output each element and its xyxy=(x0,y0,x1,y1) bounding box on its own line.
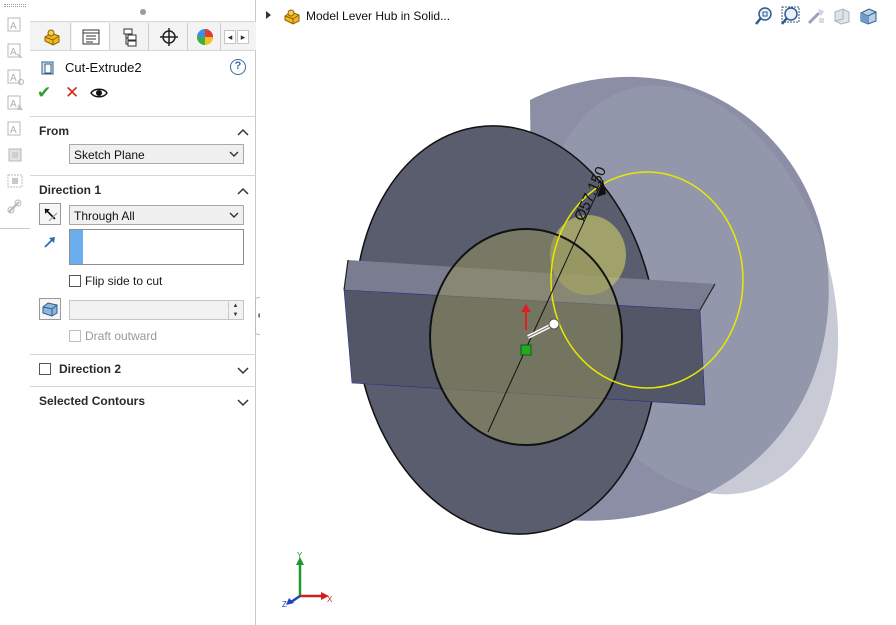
geometric-tolerance-icon[interactable] xyxy=(5,198,25,216)
auto-balloon-icon[interactable]: A xyxy=(5,94,25,112)
annotation-toolbar: A A A A A xyxy=(0,0,30,625)
property-manager-panel: ◂ ▸ Cut-Extrude2 ? ✔ ✕ From Sketch Plane… xyxy=(30,0,256,625)
collapse-chevron-up-icon[interactable] xyxy=(237,184,249,195)
manager-tabs: ◂ ▸ xyxy=(30,21,256,51)
expand-chevron-down-icon[interactable] xyxy=(237,396,249,407)
tabs-scroll-right-button[interactable]: ▸ xyxy=(237,30,249,44)
drag-handle-icon[interactable] xyxy=(548,318,560,330)
previous-view-icon[interactable] xyxy=(806,6,826,26)
property-list-icon xyxy=(82,29,99,44)
selection-box-active-bar xyxy=(70,230,83,264)
cancel-button[interactable]: ✕ xyxy=(65,84,81,101)
ok-button[interactable]: ✔ xyxy=(37,84,53,101)
detailed-preview-eye-icon[interactable] xyxy=(90,86,108,100)
reverse-direction-button[interactable] xyxy=(39,203,61,225)
selected-contours-group-title[interactable]: Selected Contours xyxy=(39,394,145,408)
direction2-group-title[interactable]: Direction 2 xyxy=(59,362,121,376)
toolbar-divider xyxy=(0,228,30,229)
x-axis-label: X xyxy=(327,595,333,604)
from-group-title[interactable]: From xyxy=(39,124,69,138)
from-select-value: Sketch Plane xyxy=(74,148,145,162)
heads-up-view-toolbar xyxy=(754,6,884,28)
end-condition-value: Through All xyxy=(74,209,135,223)
surface-finish-icon[interactable]: A xyxy=(5,120,25,138)
divider xyxy=(30,116,256,117)
appearance-sphere-icon xyxy=(196,28,213,45)
draft-icon xyxy=(42,302,58,317)
balloon-icon[interactable]: A xyxy=(5,68,25,86)
annotation-icon[interactable]: A xyxy=(5,16,25,34)
svg-text:A: A xyxy=(10,73,17,84)
spinner-down-arrow-icon[interactable]: ▼ xyxy=(228,311,242,319)
crosshair-icon xyxy=(159,27,178,46)
part-icon xyxy=(284,9,300,25)
from-select[interactable]: Sketch Plane xyxy=(69,144,244,164)
zoom-to-fit-icon[interactable] xyxy=(754,6,774,26)
hub-circle xyxy=(429,228,623,446)
display-manager-tab[interactable] xyxy=(189,23,221,50)
graphics-area[interactable]: Ø57.150 Model Lever Hub in Solid... Y X … xyxy=(260,0,896,625)
spinner-up-arrow-icon[interactable]: ▲ xyxy=(228,302,242,310)
property-manager-header: Cut-Extrude2 ? ✔ ✕ xyxy=(30,56,256,110)
part-name[interactable]: Model Lever Hub in Solid... xyxy=(306,9,450,23)
direction1-group-title[interactable]: Direction 1 xyxy=(39,183,101,197)
z-axis-label: Z xyxy=(282,600,287,609)
reverse-direction-icon xyxy=(44,208,58,222)
flip-side-checkbox[interactable] xyxy=(69,275,81,287)
chevron-down-icon xyxy=(229,212,239,218)
datum-icon[interactable] xyxy=(5,172,25,190)
property-manager-tab[interactable] xyxy=(72,23,110,50)
panel-drag-handle[interactable] xyxy=(140,9,146,15)
direction-vector-icon xyxy=(44,237,55,248)
coordinate-triad: Y X Z xyxy=(282,552,333,609)
configuration-icon xyxy=(123,28,136,46)
direction-selection-box[interactable] xyxy=(69,229,244,265)
expand-chevron-down-icon[interactable] xyxy=(237,364,249,375)
note-icon[interactable]: A xyxy=(5,42,25,60)
cut-extrude-icon xyxy=(41,61,54,75)
weld-symbol-icon[interactable] xyxy=(5,146,25,164)
svg-text:A: A xyxy=(10,47,17,58)
toolbar-grip[interactable] xyxy=(4,4,26,7)
draft-on-off-button[interactable] xyxy=(39,298,61,320)
flip-side-label[interactable]: Flip side to cut xyxy=(85,274,162,288)
configuration-manager-tab[interactable] xyxy=(111,23,149,50)
origin-marker-icon xyxy=(520,344,532,356)
chevron-down-icon xyxy=(229,151,239,157)
help-button[interactable]: ? xyxy=(230,59,246,75)
svg-text:A: A xyxy=(10,99,17,110)
section-view-icon[interactable] xyxy=(832,6,852,26)
direction2-checkbox[interactable] xyxy=(39,363,51,375)
y-axis-label: Y xyxy=(297,552,303,560)
svg-text:A: A xyxy=(10,125,17,136)
tabs-scroll-left-button[interactable]: ◂ xyxy=(224,30,236,44)
feature-manager-tab[interactable] xyxy=(33,23,71,50)
collapse-chevron-up-icon[interactable] xyxy=(237,125,249,136)
divider xyxy=(30,175,256,176)
view-orientation-icon[interactable] xyxy=(858,6,878,26)
divider xyxy=(30,354,256,355)
draft-outward-checkbox[interactable] xyxy=(69,330,81,342)
property-manager-title: Cut-Extrude2 xyxy=(65,60,142,75)
dim-xpert-tab[interactable] xyxy=(150,23,188,50)
draft-angle-spinner[interactable]: ▲ ▼ xyxy=(69,300,244,320)
draft-outward-label: Draft outward xyxy=(85,329,158,343)
feature-tree-icon xyxy=(44,29,59,46)
model-view[interactable]: Ø57.150 xyxy=(260,0,896,625)
zoom-to-area-icon[interactable] xyxy=(780,6,800,26)
expand-arrow-icon[interactable] xyxy=(266,11,271,19)
divider xyxy=(30,386,256,387)
end-condition-select[interactable]: Through All xyxy=(69,205,244,225)
svg-text:A: A xyxy=(10,21,17,32)
